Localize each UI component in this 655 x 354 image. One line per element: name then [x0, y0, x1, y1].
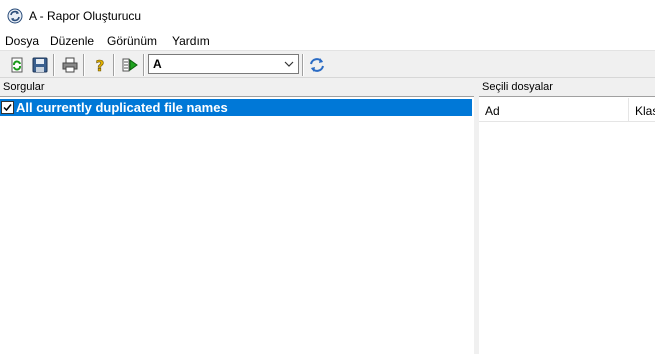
queries-pane: Sorgular All currently duplicated file n…	[0, 78, 474, 354]
toolbar-separator	[113, 54, 115, 76]
combo-value: A	[153, 57, 162, 71]
menu-yardim[interactable]: Yardım	[172, 34, 210, 48]
query-item[interactable]: All currently duplicated file names	[0, 99, 472, 116]
toolbar-separator	[83, 54, 85, 76]
title-bar: A - Rapor Oluşturucu	[0, 0, 655, 31]
toolbar-separator	[302, 54, 304, 76]
query-label: All currently duplicated file names	[16, 100, 228, 115]
queries-header: Sorgular	[0, 78, 474, 97]
queries-header-label: Sorgular	[3, 81, 45, 93]
column-header-klasor[interactable]: Klas	[629, 98, 655, 122]
svg-text:?: ?	[96, 57, 105, 73]
menu-duzenle[interactable]: Düzenle	[50, 34, 94, 48]
toolbar-separator	[53, 54, 55, 76]
run-button[interactable]	[119, 54, 141, 76]
print-button[interactable]	[59, 54, 81, 76]
help-button[interactable]: ?	[89, 54, 111, 76]
selected-files-pane: Seçili dosyalar Ad Klas	[479, 78, 655, 354]
column-header-label: Klas	[635, 104, 655, 118]
selected-files-header-label: Seçili dosyalar	[482, 81, 553, 93]
database-combo[interactable]: A	[148, 54, 299, 74]
toolbar: ? A	[0, 50, 655, 78]
save-button[interactable]	[29, 54, 51, 76]
column-header-label: Ad	[485, 104, 500, 118]
column-header-ad[interactable]: Ad	[479, 98, 629, 122]
menu-dosya[interactable]: Dosya	[5, 34, 39, 48]
chevron-down-icon[interactable]	[282, 57, 296, 71]
toolbar-separator	[143, 54, 145, 76]
selected-files-header: Seçili dosyalar	[479, 78, 655, 97]
refresh-app-icon	[7, 8, 23, 24]
query-checkbox[interactable]	[1, 101, 14, 114]
window-title: A - Rapor Oluşturucu	[29, 9, 142, 23]
refresh-button[interactable]	[6, 54, 28, 76]
menu-gorunum[interactable]: Görünüm	[107, 34, 157, 48]
reload-button[interactable]	[306, 54, 328, 76]
menu-bar: Dosya Düzenle Görünüm Yardım	[0, 31, 655, 50]
